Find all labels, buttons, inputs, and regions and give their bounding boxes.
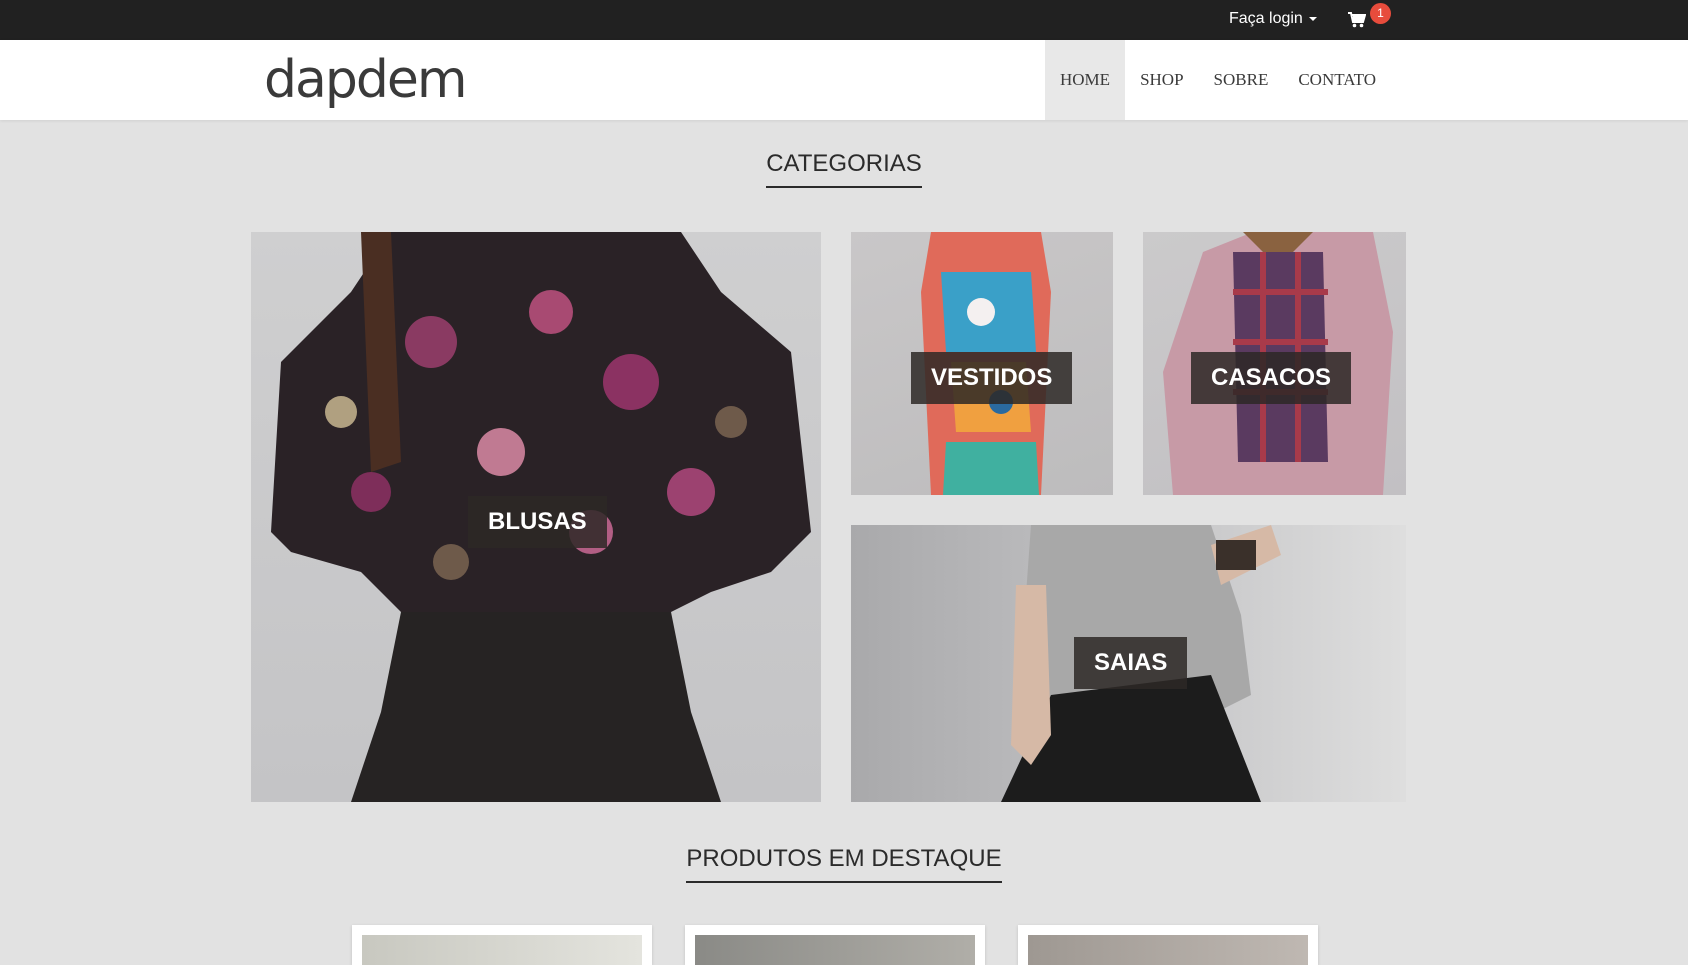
product-thumbnail (1028, 935, 1308, 965)
category-tile-casacos[interactable]: CASACOS (1143, 232, 1406, 495)
featured-title: PRODUTOS EM DESTAQUE (686, 845, 1002, 883)
category-label-casacos: CASACOS (1191, 352, 1352, 404)
site-logo[interactable]: dapdem (264, 50, 468, 110)
category-label-saias: SAIAS (1074, 637, 1188, 689)
menu-item-contato[interactable]: CONTATO (1283, 40, 1391, 120)
categories-title: CATEGORIAS (766, 150, 922, 188)
category-label-vestidos: VESTIDOS (911, 352, 1073, 404)
categories-heading: CATEGORIAS (0, 150, 1688, 188)
featured-heading: PRODUTOS EM DESTAQUE (0, 845, 1688, 883)
login-dropdown[interactable]: Faça login (1229, 10, 1317, 28)
menu-item-sobre[interactable]: SOBRE (1199, 40, 1284, 120)
product-card[interactable] (685, 925, 985, 965)
navbar: dapdem HOME SHOP SOBRE CONTATO (0, 40, 1688, 120)
cart-icon[interactable] (1348, 12, 1366, 28)
product-thumbnail (362, 935, 642, 965)
menu-item-home[interactable]: HOME (1045, 40, 1126, 120)
login-label: Faça login (1229, 10, 1303, 27)
main-menu: HOME SHOP SOBRE CONTATO (1045, 40, 1391, 120)
caret-down-icon (1308, 16, 1317, 21)
cart-count-badge: 1 (1370, 3, 1391, 24)
category-tile-blusas[interactable]: BLUSAS (251, 232, 821, 802)
top-bar: Faça login 1 (0, 0, 1688, 40)
product-card[interactable] (1018, 925, 1318, 965)
category-tile-vestidos[interactable]: VESTIDOS (851, 232, 1113, 495)
product-thumbnail (695, 935, 975, 965)
product-card[interactable] (352, 925, 652, 965)
menu-item-shop[interactable]: SHOP (1125, 40, 1198, 120)
category-tile-saias[interactable]: SAIAS (851, 525, 1406, 802)
category-label-blusas: BLUSAS (468, 496, 607, 548)
